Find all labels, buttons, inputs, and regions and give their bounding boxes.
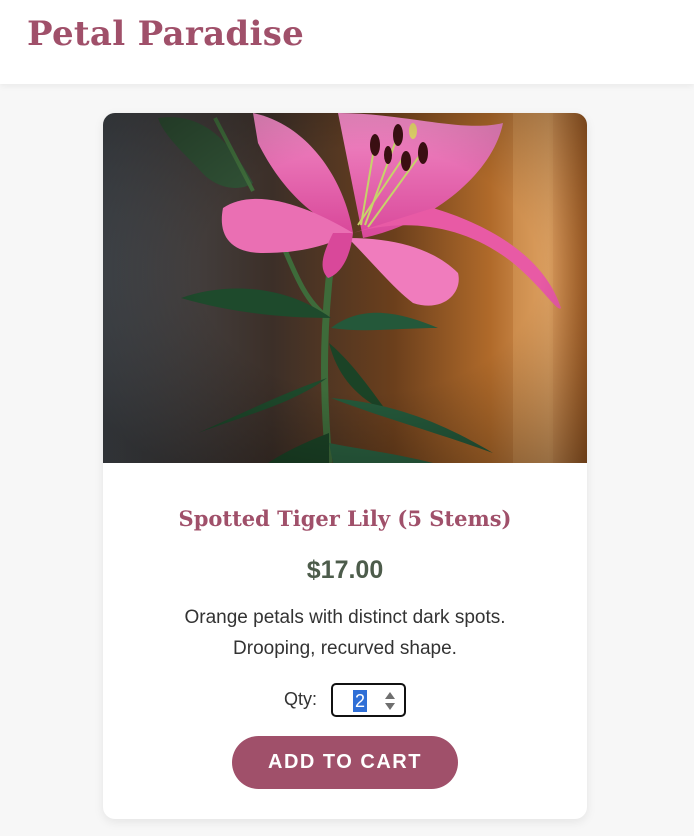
product-card: Spotted Tiger Lily (5 Stems) $17.00 Oran… [103,113,587,819]
spinner-arrows-icon[interactable] [383,689,397,713]
brand-logo[interactable]: Petal Paradise [27,14,304,54]
product-description: Orange petals with distinct dark spots. … [184,607,506,659]
quantity-value[interactable]: 2 [353,690,368,712]
quantity-label: Qty: [284,689,318,709]
quantity-input[interactable]: 2 [331,683,406,717]
site-header: Petal Paradise [0,0,694,84]
add-to-cart-button[interactable]: ADD TO CART [232,736,458,789]
product-name: Spotted Tiger Lily (5 Stems) [178,506,512,531]
product-price: $17.00 [306,556,384,584]
product-image [103,113,587,463]
